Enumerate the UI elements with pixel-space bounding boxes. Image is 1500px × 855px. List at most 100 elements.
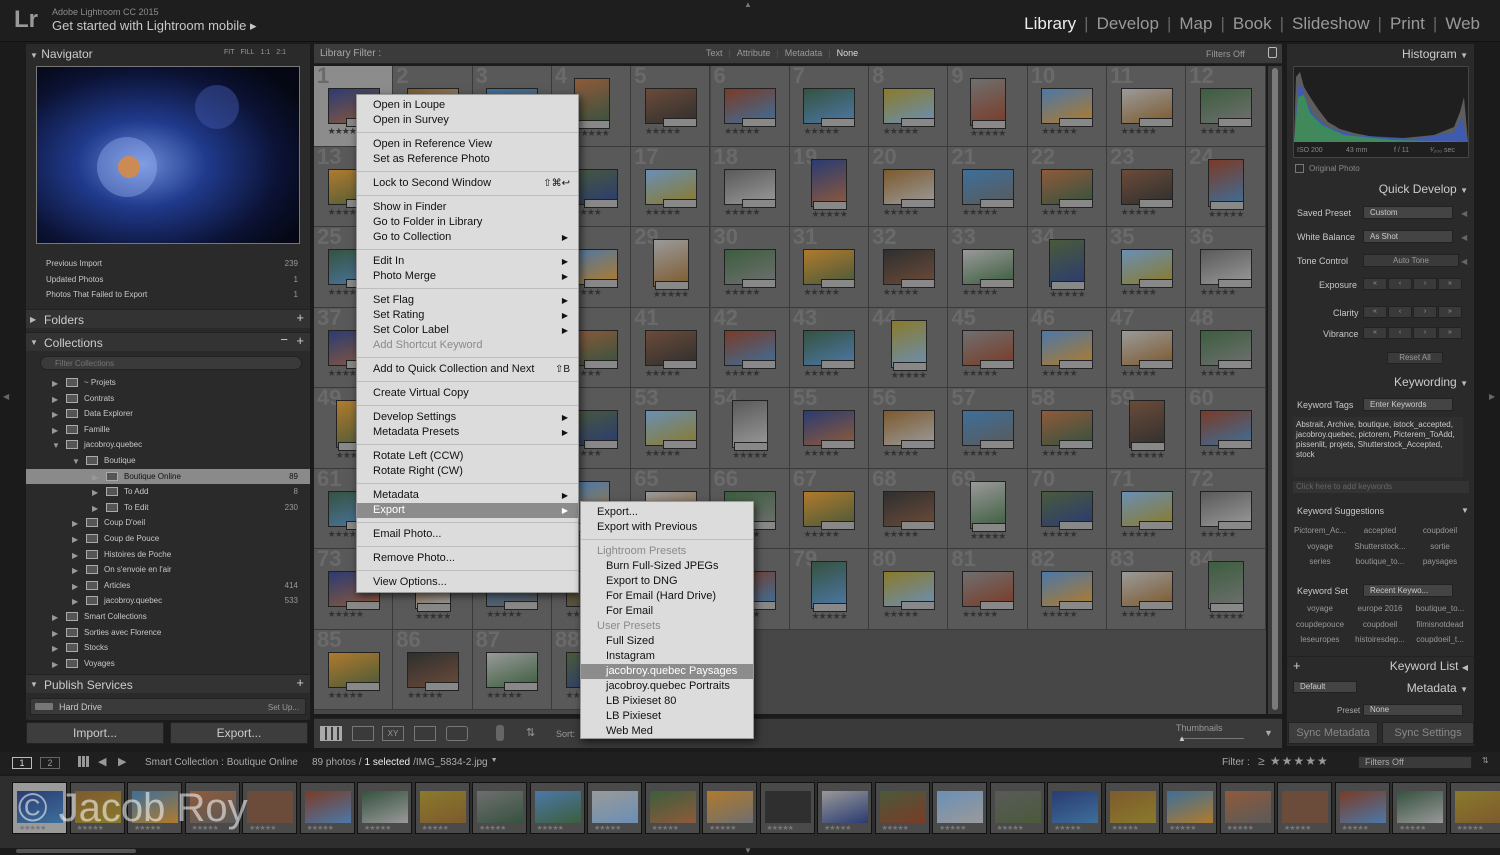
filmstrip-thumbnail[interactable]: ★★★★★ [529, 782, 585, 834]
rating-stars[interactable]: ★★★★★ [970, 531, 1006, 542]
keyword-chip[interactable]: coupdoeil_t... [1411, 635, 1469, 644]
filmstrip-scrollbar-thumb[interactable] [16, 849, 136, 853]
disclosure-triangle-icon[interactable]: ▶ [72, 566, 78, 575]
menu-item-export[interactable]: Export ▶ [357, 503, 578, 518]
filter-tab[interactable]: Metadata [785, 48, 823, 58]
grid-cell[interactable]: 53 ★★★★★ [631, 385, 711, 469]
disclosure-triangle-icon[interactable]: ▶ [92, 488, 98, 497]
rating-stars[interactable]: ★★★★★ [962, 287, 998, 298]
filmstrip-thumbnail[interactable]: ★★★★★ [472, 782, 527, 834]
slider-thumb[interactable]: ▲ [1178, 734, 1186, 743]
set-up-link[interactable]: Set Up... [268, 703, 299, 712]
switch-icon[interactable]: ⇅ [1482, 756, 1489, 765]
rating-stars[interactable]: ★★★★★ [811, 611, 847, 622]
photo-thumbnail[interactable] [652, 239, 689, 287]
scrollbar-thumb[interactable] [1272, 68, 1278, 710]
collection-item[interactable]: ▶ Histoires de Poche [26, 547, 310, 562]
disclosure-triangle-icon[interactable]: ▶ [92, 504, 98, 513]
import-button[interactable]: Import... [26, 722, 164, 744]
keyword-chip[interactable]: Shutterstock... [1351, 542, 1409, 551]
grid-view-icon[interactable] [78, 756, 89, 767]
rating-stars[interactable]: ★★★★★ [962, 448, 998, 459]
collection-item[interactable]: ▶ ~ Projets [26, 375, 310, 390]
collection-item[interactable]: ▶ Voyages [26, 656, 310, 671]
photo-thumbnail[interactable] [890, 319, 927, 368]
grid-cell[interactable]: 43 ★★★★★ [789, 305, 870, 388]
photo-thumbnail[interactable] [970, 78, 1007, 126]
collections-header[interactable]: ▼ Collections − + [26, 332, 310, 351]
keyword-chip[interactable]: accepted [1351, 526, 1409, 535]
export-button[interactable]: Export... [170, 722, 308, 744]
menu-item-set-rating[interactable]: Set Rating ▶ [357, 308, 578, 323]
rating-stars[interactable]: ★★★★★ [1041, 207, 1077, 218]
menu-item-set-flag[interactable]: Set Flag ▶ [357, 293, 578, 308]
adjust-step-button[interactable]: « [1363, 327, 1387, 339]
collection-item[interactable]: ▼ Boutique [26, 453, 310, 468]
adjust-step-button[interactable]: « [1363, 278, 1387, 290]
forward-arrow-icon[interactable]: ▶ [118, 755, 126, 768]
rating-stars[interactable]: ★★★★★ [732, 450, 768, 461]
menu-item-rotate-left-ccw[interactable]: Rotate Left (CCW) [357, 449, 578, 464]
photo-thumbnail[interactable] [1207, 158, 1244, 207]
keyword-tags-select[interactable]: Enter Keywords [1363, 398, 1453, 411]
rating-stars[interactable]: ★★★★★ [803, 368, 839, 379]
filmstrip-thumbnail[interactable]: ★★★★★ [932, 782, 987, 834]
histogram-display[interactable]: ISO 200 43 mm f / 11 ¹⁄₂₀₀ sec [1293, 66, 1469, 158]
metadata-preset-select[interactable]: None [1363, 704, 1463, 716]
grid-cell[interactable]: 7 ★★★★★ [789, 66, 870, 147]
rating-stars[interactable]: ★★★★★ [724, 287, 760, 298]
rating-stars[interactable]: ★★★★★ [811, 209, 847, 220]
grid-cell[interactable]: 48 ★★★★★ [1186, 305, 1266, 388]
keyword-chip[interactable]: coupdoeil [1351, 620, 1409, 629]
grid-cell[interactable]: 30 ★★★★★ [710, 224, 790, 308]
disclosure-triangle-icon[interactable]: ▶ [72, 582, 78, 591]
collection-item[interactable]: ▼ jacobroy.quebec [26, 437, 310, 452]
module-web[interactable]: Web [1437, 14, 1488, 34]
grid-cell[interactable]: 68 ★★★★★ [869, 466, 949, 549]
collapse-top-arrow-icon[interactable]: ▲ [744, 0, 752, 9]
menu-item-open-in-survey[interactable]: Open in Survey [357, 113, 578, 128]
disclosure-triangle-icon[interactable]: ▼ [52, 441, 60, 450]
rating-stars[interactable]: ★★★★★ [1200, 529, 1236, 540]
adjust-step-button[interactable]: › [1413, 278, 1437, 290]
grid-cell[interactable]: 36 ★★★★★ [1186, 224, 1266, 308]
thumbnail-size-slider[interactable] [1180, 738, 1244, 739]
filmstrip-thumbnail[interactable]: ★★★★★ [644, 782, 700, 834]
collection-item[interactable]: ▶ To Add 8 [26, 484, 310, 499]
filmstrip-thumbnail[interactable]: ★★★★★ [587, 782, 642, 834]
rating-stars[interactable]: ★★★★★ [1208, 209, 1244, 220]
photo-thumbnail[interactable] [1207, 561, 1244, 609]
keyword-list-header[interactable]: + Keyword List ◀ [1287, 656, 1474, 674]
compare-view-icon[interactable]: XY [382, 726, 404, 741]
rating-stars[interactable]: ★★★★★ [724, 126, 760, 137]
rating-stars[interactable]: ★★★★★ [803, 529, 839, 540]
spray-can-icon[interactable] [496, 725, 504, 741]
grid-cell[interactable]: 24 ★★★★★ [1186, 144, 1266, 227]
adjust-step-button[interactable]: › [1413, 327, 1437, 339]
grid-cell[interactable]: 46 ★★★★★ [1027, 305, 1107, 388]
disclosure-triangle-icon[interactable]: ▶ [52, 644, 58, 653]
menu-item-for-email-hard-drive[interactable]: For Email (Hard Drive) [581, 589, 753, 604]
add-folder-plus-icon[interactable]: + [296, 310, 304, 325]
rating-stars[interactable]: ★★★★★ [415, 611, 451, 622]
photo-thumbnail[interactable] [732, 400, 769, 448]
white-balance-select[interactable]: As Shot [1363, 230, 1453, 243]
collection-item[interactable]: ▶ Boutique Online 89 [26, 468, 310, 484]
grid-cell[interactable]: 55 ★★★★★ [789, 385, 870, 469]
filmstrip-thumbnail[interactable]: ★★★★★ [874, 782, 930, 834]
rating-stars[interactable]: ★★★★★ [645, 126, 681, 137]
grid-cell[interactable]: 11 ★★★★★ [1107, 66, 1187, 147]
grid-cell[interactable]: 18 ★★★★★ [710, 144, 790, 227]
rating-stars[interactable]: ★★★★★ [645, 448, 681, 459]
menu-item-web-med[interactable]: Web Med [581, 724, 753, 739]
add-collection-plus-icon[interactable]: + [296, 333, 304, 348]
menu-item-instagram[interactable]: Instagram [581, 649, 753, 664]
collection-item[interactable]: ▶ Articles 414 [26, 578, 310, 593]
grid-cell[interactable]: 42 ★★★★★ [710, 305, 790, 388]
menu-item-view-options[interactable]: View Options... [357, 575, 578, 590]
adjust-step-button[interactable]: » [1438, 306, 1462, 318]
disclosure-triangle-icon[interactable]: ▶ [52, 629, 58, 638]
keyword-chip[interactable]: voyage [1291, 542, 1349, 551]
photo-thumbnail[interactable] [1049, 239, 1086, 287]
navigator-preview[interactable] [36, 66, 300, 244]
